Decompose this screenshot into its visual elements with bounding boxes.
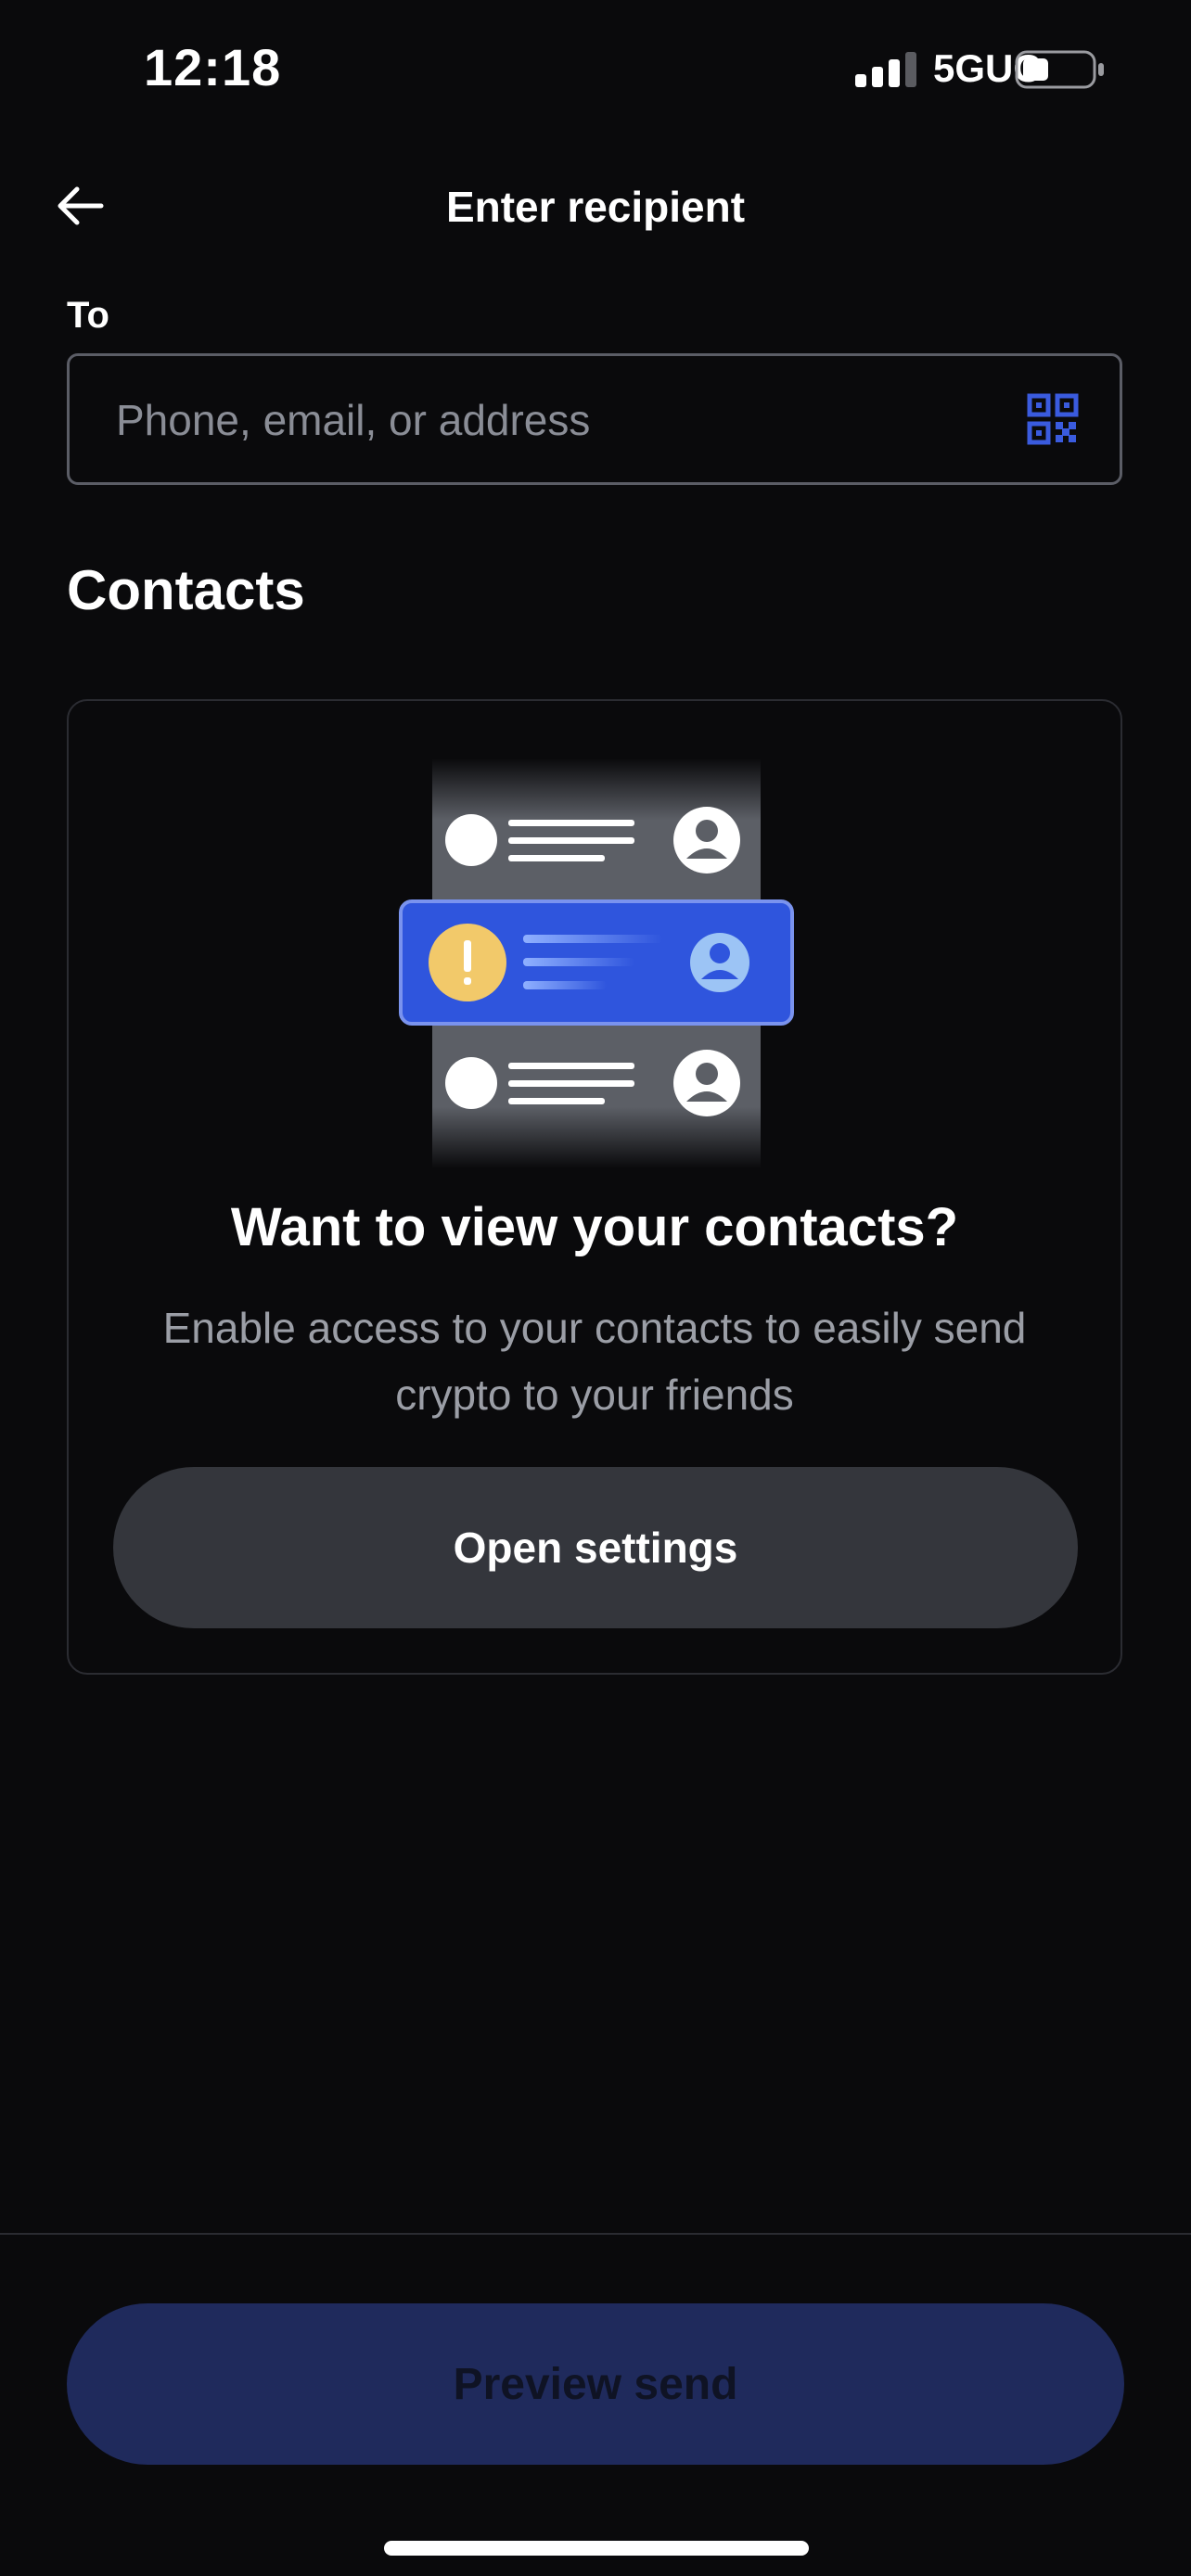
open-settings-button[interactable]: Open settings xyxy=(113,1467,1078,1628)
bottom-divider xyxy=(0,2233,1191,2235)
home-indicator xyxy=(384,2541,809,2556)
recipient-field xyxy=(67,353,1122,485)
recipient-input[interactable] xyxy=(114,356,999,484)
status-time: 12:18 xyxy=(144,38,282,96)
preview-send-button[interactable]: Preview send xyxy=(67,2303,1124,2465)
card-description: Enable access to your contacts to easily… xyxy=(162,1304,1027,1419)
card-title: Want to view your contacts? xyxy=(230,1197,959,1257)
page-title: Enter recipient xyxy=(445,183,746,231)
qr-code-icon[interactable] xyxy=(1027,393,1079,445)
cellular-signal-icon xyxy=(855,52,916,87)
battery-icon xyxy=(1015,50,1104,89)
contacts-permission-card: Want to view your contacts? Enable acces… xyxy=(67,699,1122,1675)
to-label: To xyxy=(67,295,109,336)
contacts-list-illustration xyxy=(399,759,794,1168)
status-bar: 12:18 5GUC xyxy=(0,0,1191,139)
contacts-heading: Contacts xyxy=(67,559,305,621)
